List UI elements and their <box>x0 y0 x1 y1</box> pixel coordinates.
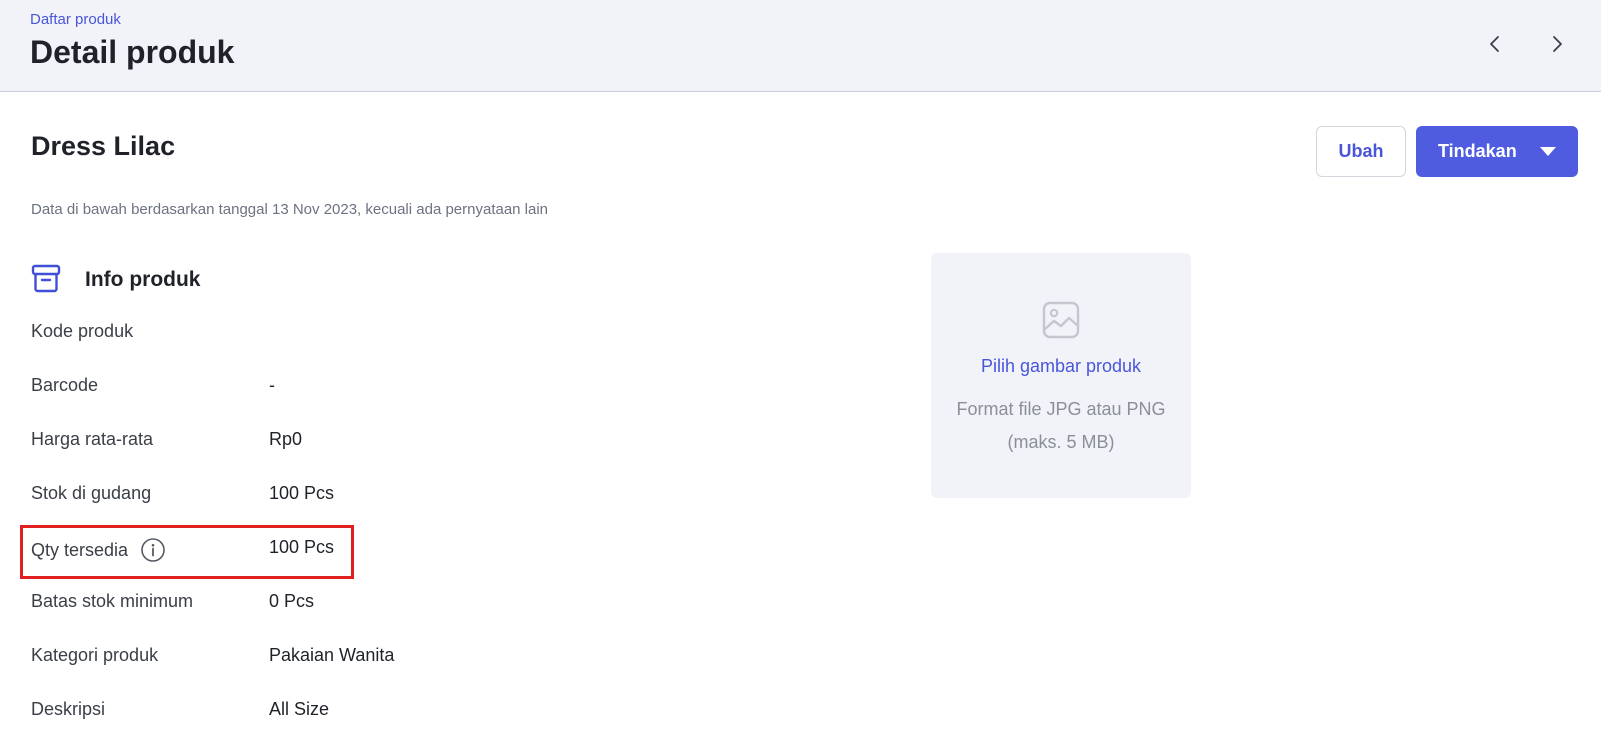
caret-down-icon <box>1540 147 1556 156</box>
chevron-right-icon <box>1553 36 1562 52</box>
info-label: Harga rata-rata <box>31 429 154 449</box>
info-value: 0 Pcs <box>269 591 315 611</box>
product-image-upload[interactable]: Pilih gambar produk Format file JPG atau… <box>931 253 1191 498</box>
info-value: Rp0 <box>269 429 303 449</box>
info-value: All Size <box>269 699 330 719</box>
highlight-box <box>20 525 354 579</box>
chevron-left-icon <box>1490 36 1499 52</box>
info-label: Barcode <box>31 375 99 395</box>
product-name: Dress Lilac <box>31 131 176 161</box>
info-label: Kategori produk <box>31 645 159 665</box>
upload-format-hint: Format file JPG atau PNG (maks. 5 MB) <box>956 399 1166 452</box>
info-label: Batas stok minimum <box>31 591 194 611</box>
page-title: Detail produk <box>30 34 235 70</box>
info-value: 100 Pcs <box>269 483 335 503</box>
actions-dropdown-button[interactable]: Tindakan <box>1416 126 1578 177</box>
image-placeholder-icon <box>1042 301 1080 339</box>
choose-image-link[interactable]: Pilih gambar produk <box>931 356 1191 377</box>
data-date-note: Data di bawah berdasarkan tanggal 13 Nov… <box>31 201 549 218</box>
edit-button[interactable]: Ubah <box>1316 126 1406 177</box>
archive-box-icon <box>31 264 61 293</box>
page-header: Daftar produk Detail produk <box>0 0 1601 92</box>
actions-button-label: Tindakan <box>1438 141 1517 161</box>
info-label: Deskripsi <box>31 699 106 719</box>
section-title-info-produk: Info produk <box>85 268 201 291</box>
next-product-button[interactable] <box>1539 26 1575 62</box>
info-label: Kode produk <box>31 321 134 341</box>
breadcrumb[interactable]: Daftar produk <box>30 11 121 28</box>
info-label: Stok di gudang <box>31 483 152 503</box>
info-value: Pakaian Wanita <box>269 645 395 665</box>
previous-product-button[interactable] <box>1477 26 1513 62</box>
info-value: - <box>269 375 275 395</box>
